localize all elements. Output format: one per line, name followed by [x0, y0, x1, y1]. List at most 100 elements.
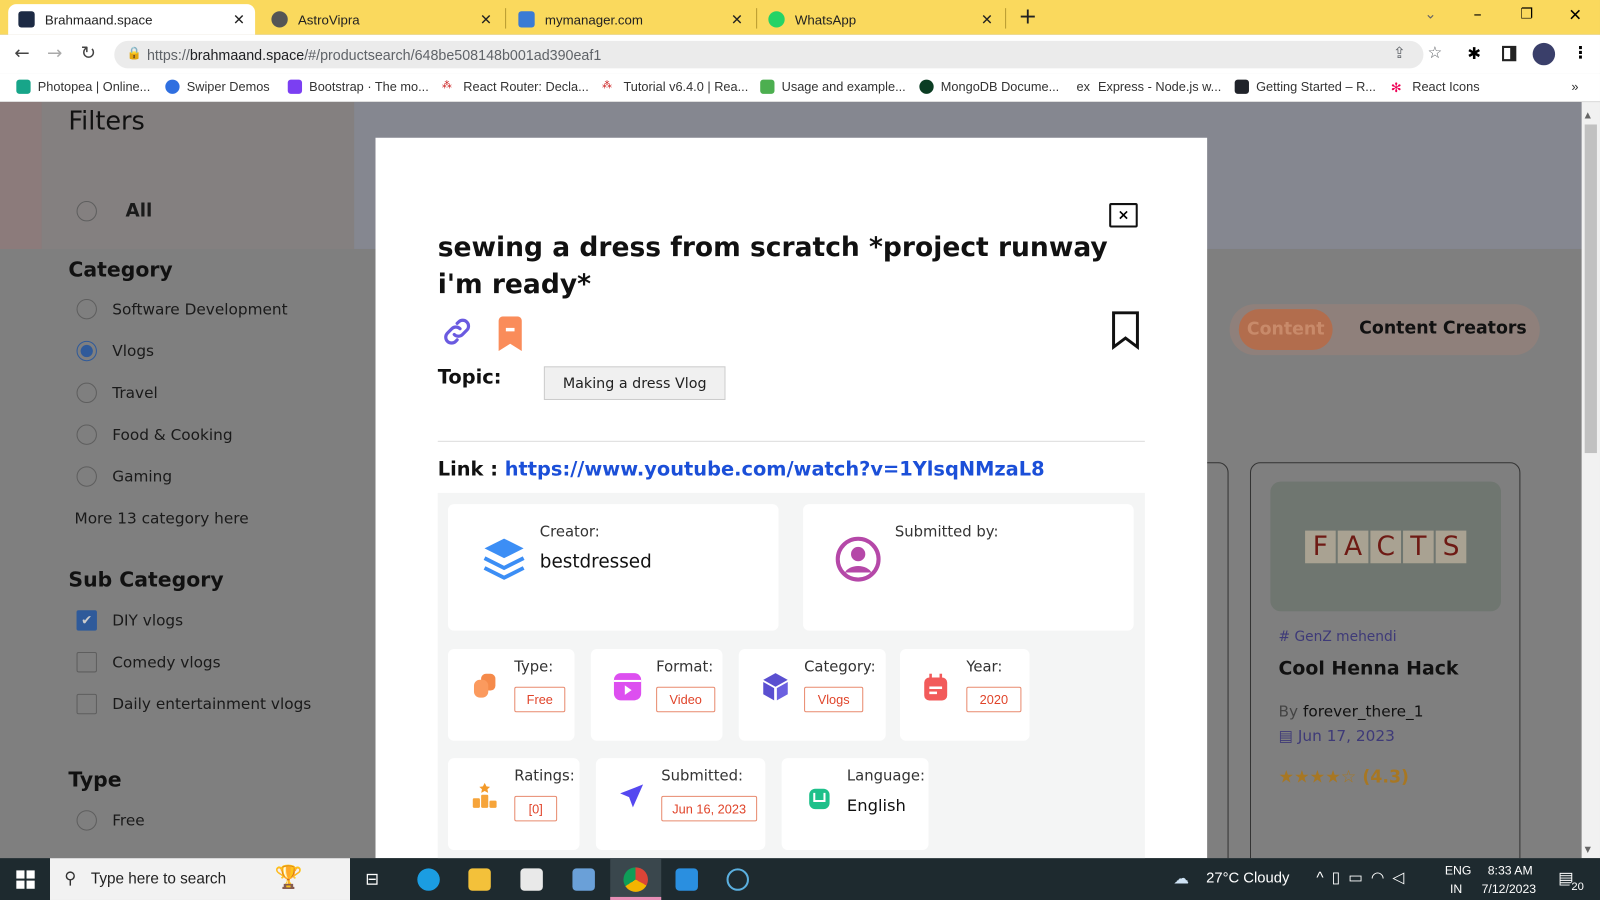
bookmark[interactable]: Swiper Demos — [165, 79, 270, 94]
tab-mymanager[interactable]: mymanager.com ✕ — [508, 4, 753, 35]
bookmark[interactable]: Getting Started – R... — [1234, 79, 1376, 94]
tab-brahmaand[interactable]: Brahmaand.space ✕ — [8, 4, 256, 35]
toggle-content-creators[interactable]: Content Creators — [1359, 318, 1527, 338]
category-card: Category: Vlogs — [738, 648, 886, 741]
task-view-icon[interactable]: ⊟ — [365, 869, 379, 889]
profile-avatar[interactable] — [1532, 42, 1556, 66]
thumb-letter: F — [1305, 530, 1336, 563]
creator-value[interactable]: bestdressed — [540, 551, 652, 572]
store-icon[interactable] — [520, 868, 543, 891]
close-modal-button[interactable]: × — [1109, 203, 1138, 228]
creator-label: Creator: — [539, 524, 600, 541]
radio[interactable] — [76, 424, 97, 445]
category-option[interactable]: Gaming — [76, 466, 172, 487]
format-card: Format: Video — [590, 648, 723, 741]
bookmark[interactable]: ⁂ Tutorial v6.4.0 | Rea... — [602, 80, 748, 94]
card-title[interactable]: Cool Henna Hack — [1279, 658, 1459, 679]
chrome-taskbar-button[interactable] — [610, 858, 662, 900]
radio[interactable] — [76, 382, 97, 404]
checkbox[interactable] — [76, 693, 97, 715]
submitted-label: Submitted: — [661, 768, 743, 785]
label: Food & Cooking — [112, 425, 233, 444]
radio[interactable] — [76, 298, 97, 320]
radio[interactable] — [76, 810, 97, 831]
category-option[interactable]: Software Development — [76, 298, 288, 320]
close-tab-icon[interactable]: ✕ — [233, 11, 245, 28]
radio[interactable] — [76, 466, 97, 487]
close-tab-icon[interactable]: ✕ — [981, 11, 993, 28]
more-categories-link[interactable]: More 13 category here — [74, 509, 248, 527]
menu-icon[interactable]: ⋮ — [1572, 43, 1588, 62]
star-icon[interactable]: ☆ — [1428, 43, 1443, 63]
bookmark[interactable]: Usage and example... — [760, 79, 906, 94]
bookmark-outline-icon[interactable] — [1110, 311, 1141, 350]
share-icon[interactable]: ⇪ — [1393, 44, 1406, 62]
cortana-icon[interactable] — [726, 868, 749, 891]
tab-astrovipra[interactable]: AstroVipra ✕ — [261, 4, 502, 35]
language-indicator-eng[interactable]: ENG — [1445, 863, 1472, 877]
new-tab-button[interactable]: + — [1018, 4, 1037, 30]
system-tray-icons[interactable]: ^▯▭◠◁ — [1316, 868, 1412, 886]
notification-count: 20 — [1569, 880, 1586, 893]
filters-panel: Filters All Category Software Developmen… — [0, 102, 355, 858]
minimize-icon[interactable]: – — [1473, 4, 1481, 23]
bookmark[interactable]: ✻ React Icons — [1391, 80, 1480, 95]
type-card: Type: Free — [447, 648, 575, 741]
card-tag[interactable]: # GenZ mehendi — [1279, 629, 1397, 645]
tab-whatsapp[interactable]: WhatsApp ✕ — [758, 4, 1003, 35]
author-name[interactable]: forever_there_1 — [1303, 702, 1423, 720]
bookmark[interactable]: ex Express - Node.js w... — [1077, 80, 1222, 94]
edge-icon[interactable] — [417, 868, 440, 891]
weather-text[interactable]: 27°C Cloudy — [1206, 870, 1289, 886]
scrollbar-thumb[interactable] — [1584, 124, 1597, 454]
filter-all[interactable]: All — [76, 200, 152, 221]
extensions-icon[interactable]: ✱ — [1467, 44, 1481, 63]
bookmark[interactable]: ⁂ React Router: Decla... — [442, 80, 589, 94]
product-card[interactable]: F A C T S # GenZ mehendi Cool Henna Hack… — [1249, 462, 1521, 859]
subcategory-option[interactable]: Comedy vlogs — [76, 652, 221, 673]
windows-start-icon[interactable] — [16, 870, 35, 889]
toggle-content[interactable]: Content — [1238, 309, 1333, 350]
subcategory-option[interactable]: ✔ DIY vlogs — [76, 610, 183, 631]
close-tab-icon[interactable]: ✕ — [731, 11, 743, 28]
radio[interactable] — [76, 200, 97, 221]
restore-icon[interactable]: ❐ — [1520, 6, 1533, 22]
language-card: Language: English — [781, 758, 929, 850]
bookmark-filled-icon[interactable] — [495, 316, 526, 352]
checkbox[interactable]: ✔ — [76, 610, 97, 631]
user-circle-icon — [835, 536, 881, 582]
file-explorer-icon[interactable] — [468, 868, 491, 891]
youtube-link[interactable]: https://www.youtube.com/watch?v=1YlsqNMz… — [505, 458, 1045, 480]
reload-icon[interactable]: ↻ — [81, 43, 96, 64]
bookmark[interactable]: MongoDB Docume... — [919, 79, 1059, 94]
type-option[interactable]: Free — [76, 810, 145, 831]
language-value: English — [846, 795, 906, 816]
close-tab-icon[interactable]: ✕ — [480, 11, 492, 28]
page-scrollbar[interactable]: ▲ ▼ — [1581, 102, 1600, 859]
search-highlight-icon: 🏆 — [274, 864, 303, 890]
category-option[interactable]: Vlogs — [76, 340, 154, 362]
bookmarks-overflow-button[interactable]: » — [1571, 80, 1578, 94]
back-icon[interactable]: ← — [14, 43, 29, 64]
subcategory-option[interactable]: Daily entertainment vlogs — [76, 693, 312, 715]
clock-date[interactable]: 7/12/2023 — [1482, 882, 1536, 896]
forward-icon[interactable]: → — [47, 43, 62, 64]
mail-icon[interactable] — [675, 868, 698, 891]
bookmark[interactable]: Photopea | Online... — [16, 79, 150, 94]
language-indicator-in[interactable]: IN — [1450, 882, 1462, 896]
category-option[interactable]: Food & Cooking — [76, 424, 233, 445]
category-option[interactable]: Travel — [76, 382, 158, 404]
taskbar-search[interactable]: ⚲ Type here to search 🏆 — [49, 858, 350, 900]
checkbox[interactable] — [76, 652, 97, 673]
radio[interactable] — [76, 340, 97, 362]
tab-search-chevron-icon[interactable]: ⌄ — [1424, 6, 1436, 22]
address-bar[interactable]: 🔒 https://brahmaand.space/#/productsearc… — [114, 40, 1442, 69]
side-panel-icon[interactable] — [1502, 45, 1517, 62]
clock-time[interactable]: 8:33 AM — [1488, 863, 1533, 877]
cube-icon — [763, 673, 788, 701]
bookmark[interactable]: Bootstrap · The mo... — [287, 79, 429, 94]
app-icon[interactable] — [572, 868, 595, 891]
link-icon[interactable] — [440, 314, 475, 349]
subcategory-heading: Sub Category — [68, 567, 224, 592]
close-window-icon[interactable]: ✕ — [1568, 5, 1582, 24]
